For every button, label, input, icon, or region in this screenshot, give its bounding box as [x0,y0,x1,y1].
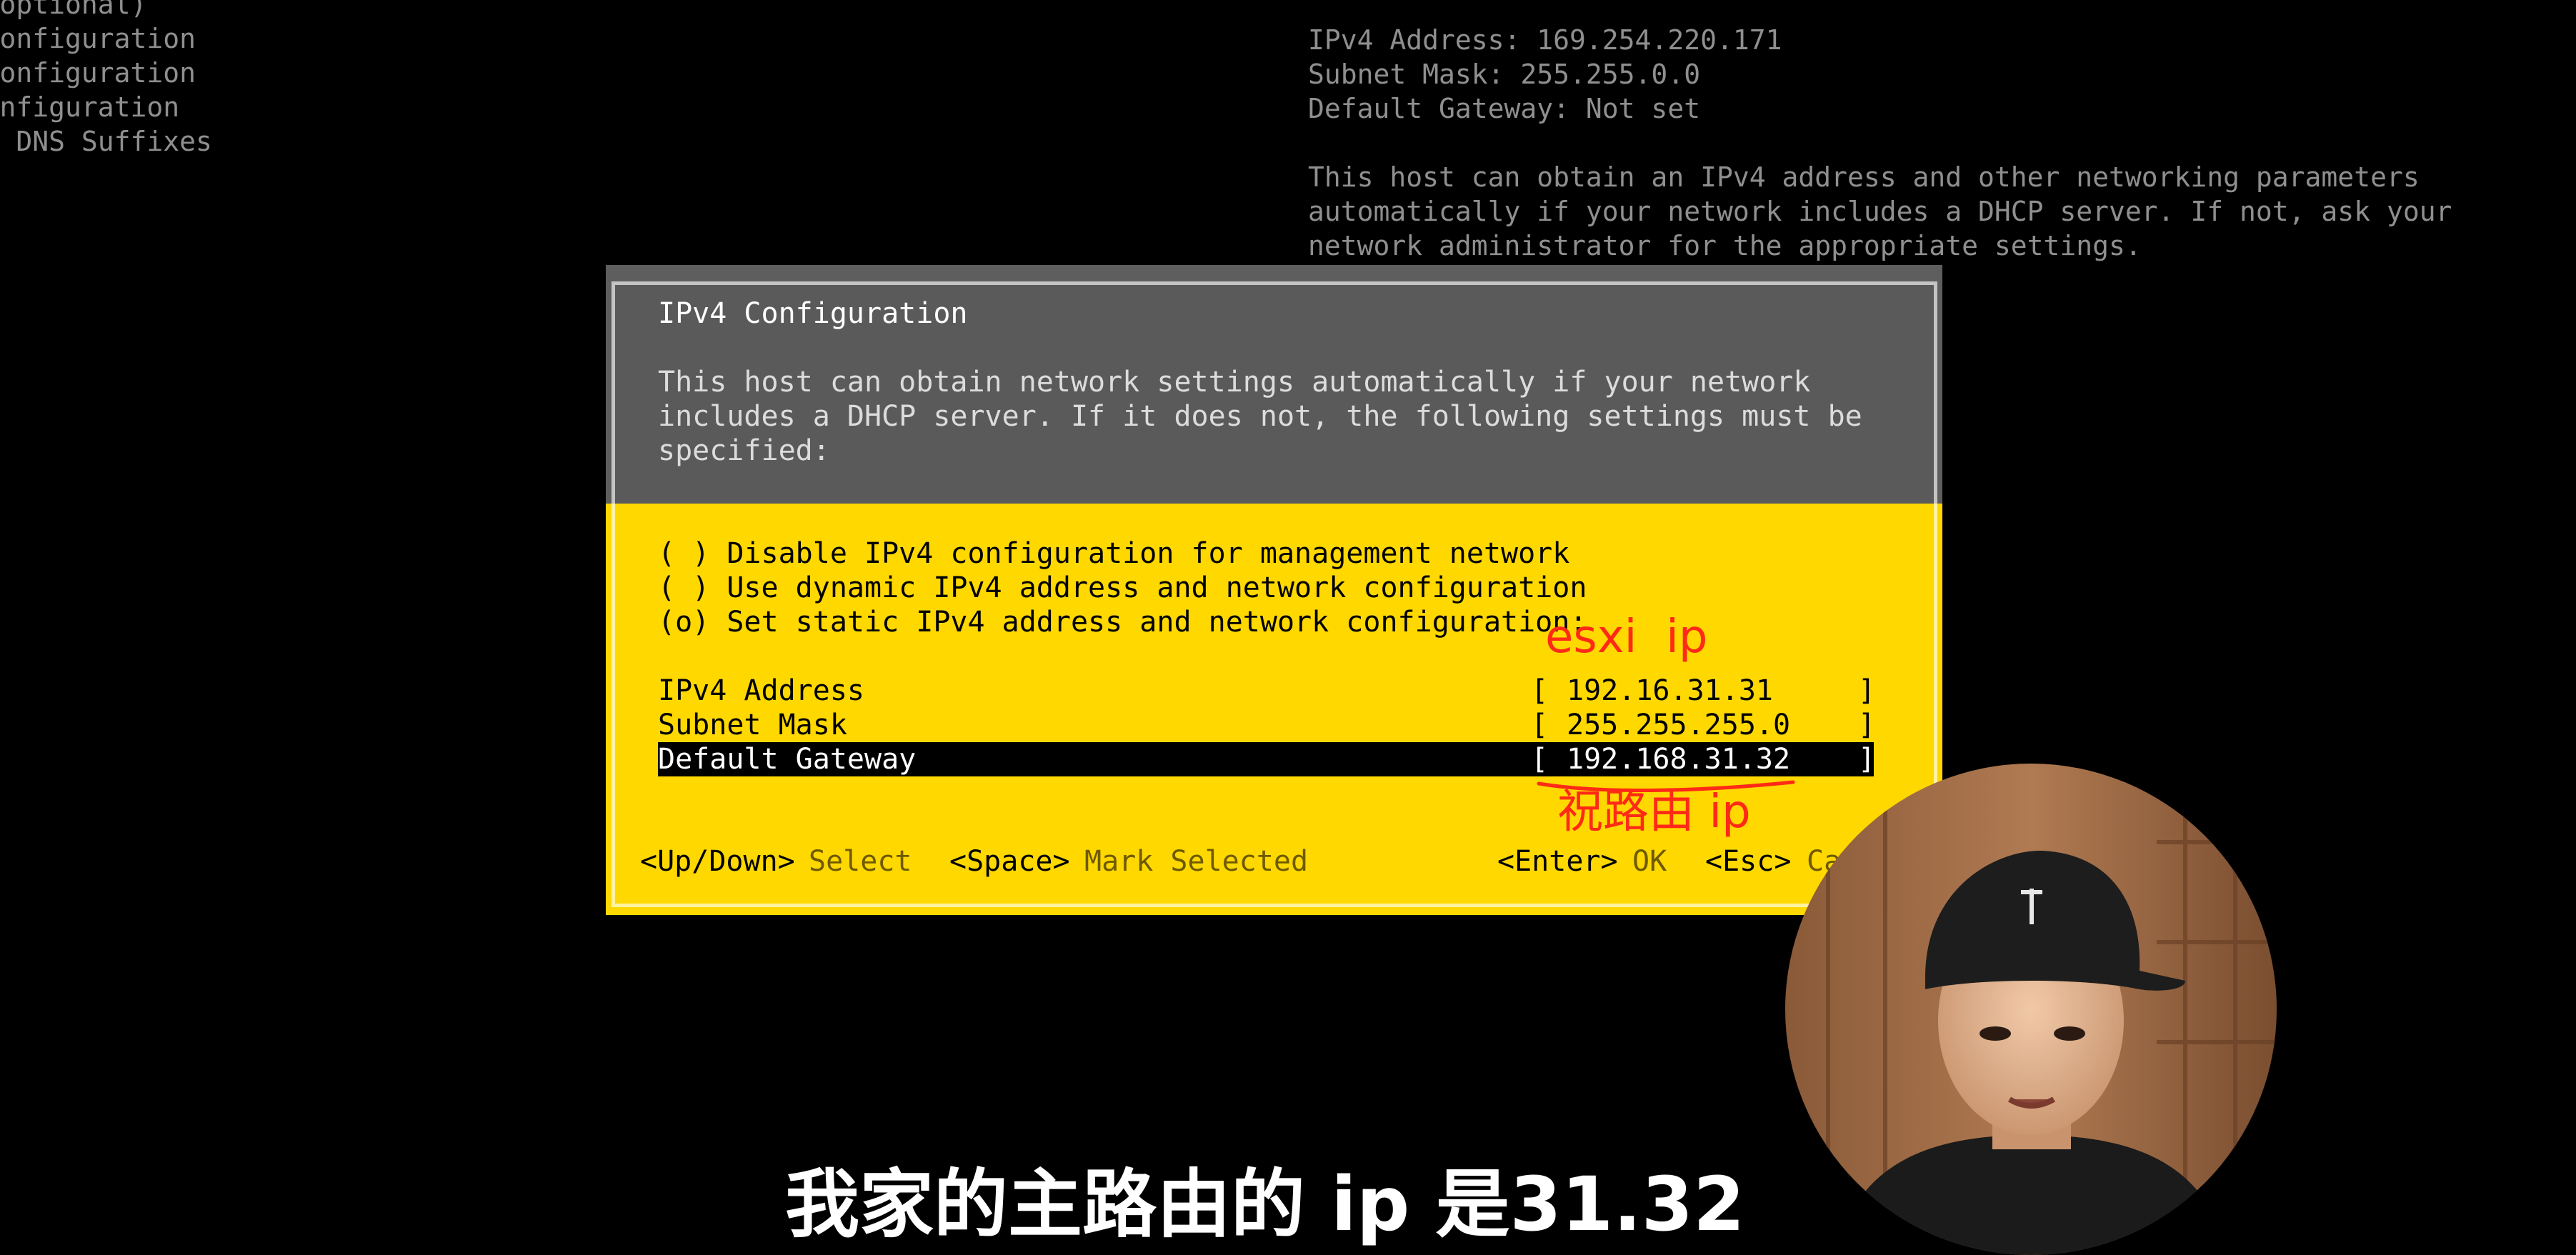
video-subtitle: 我家的主路由的 ip 是31.32 [785,1161,1745,1248]
presenter-webcam [1785,764,2277,1255]
menu-item-vlan[interactable]: AN (optional) [0,0,212,21]
bracket-open: [ [1531,709,1549,741]
dialog-description-line: specified: [658,434,830,467]
bracket-close: ] [1858,709,1876,741]
dialog-description-line: includes a DHCP server. If it does not, … [658,400,1862,433]
default-gateway-field[interactable]: Default Gateway [ 192.168.31.32 ] [658,742,1876,776]
subnet-mask-input[interactable]: 255.255.255.0 [1567,708,1790,742]
key-hints-bar: <Up/Down> Select <Space> Mark Selected <… [640,844,1926,880]
ipv4-address-input[interactable]: 192.16.31.31 [1567,674,1773,708]
info-ipv4-address: IPv4 Address: 169.254.220.171 [1308,24,1782,56]
ipv4-options: ( ) Disable IPv4 configuration for manag… [658,536,1587,639]
bracket-close: ] [1858,674,1876,707]
option-static-ipv4[interactable]: (o) Set static IPv4 address and network … [658,605,1587,639]
menu-item-ipv6-configuration[interactable]: v6 Configuration [0,56,212,90]
info-description-line: automatically if your network includes a… [1308,196,2452,227]
subnet-mask-field[interactable]: Subnet Mask [ 255.255.255.0 ] [658,708,1876,742]
dialog-description: This host can obtain network settings au… [658,365,1862,468]
hint-updown-key[interactable]: <Up/Down> [640,844,795,879]
dialog-title: IPv4 Configuration [658,297,968,330]
bracket-close: ] [1858,743,1876,776]
ipv4-address-field[interactable]: IPv4 Address [ 192.16.31.31 ] [658,674,1876,708]
config-menu: AN (optional) v4 Configuration v6 Config… [0,0,212,159]
option-dynamic-ipv4[interactable]: ( ) Use dynamic IPv4 address and network… [658,571,1587,605]
network-info-panel: IPv4 Address: 169.254.220.171 Subnet Mas… [1308,23,2452,263]
hint-updown-action: Select [809,845,912,878]
bracket-open: [ [1531,674,1549,707]
menu-item-ipv4-configuration[interactable]: v4 Configuration [0,21,212,56]
option-disable-ipv4[interactable]: ( ) Disable IPv4 configuration for manag… [658,536,1587,571]
info-default-gateway: Default Gateway: Not set [1308,93,1701,124]
info-description-line: This host can obtain an IPv4 address and… [1308,161,2420,193]
hint-esc-key[interactable]: <Esc> [1705,844,1791,879]
ipv4-address-label: IPv4 Address [658,674,864,707]
info-description-line: network administrator for the appropriat… [1308,230,2142,261]
presenter-image [1785,764,2277,1255]
hint-enter-action: OK [1632,845,1667,878]
bracket-open: [ [1531,743,1549,776]
annotation-esxi-ip: esxi ip [1545,611,1708,664]
hint-enter-key[interactable]: <Enter> [1497,844,1618,879]
menu-item-dns-configuration[interactable]: S Configuration [0,90,212,124]
menu-item-custom-dns-suffixes[interactable]: stom DNS Suffixes [0,124,212,159]
dialog-description-line: This host can obtain network settings au… [658,366,1811,399]
subnet-mask-label: Subnet Mask [658,709,847,741]
annotation-router-ip: 祝路由 ip [1557,786,1751,839]
default-gateway-input[interactable]: 192.168.31.32 [1567,742,1790,776]
hint-space-action: Mark Selected [1084,845,1309,878]
info-subnet-mask: Subnet Mask: 255.255.0.0 [1308,59,1701,90]
hint-space-key[interactable]: <Space> [949,844,1070,879]
default-gateway-label: Default Gateway [658,743,917,776]
